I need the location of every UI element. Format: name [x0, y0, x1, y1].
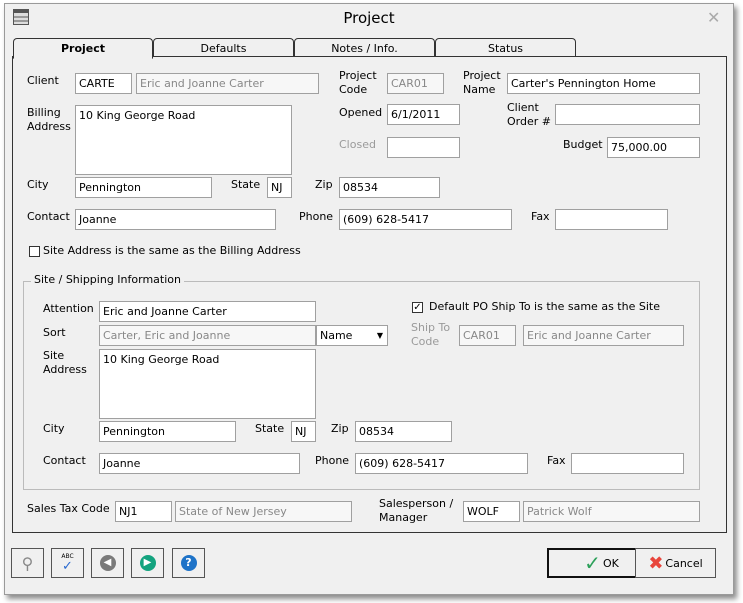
check-icon: ✓ [62, 559, 73, 574]
state-label: State [231, 178, 261, 191]
cancel-x-icon: ✖ [648, 552, 664, 574]
close-icon[interactable]: ✕ [707, 8, 720, 27]
ship-to-code-label: Ship To Code [411, 321, 451, 348]
site-fax-input[interactable] [571, 453, 684, 474]
site-zip-input[interactable]: 08534 [355, 421, 452, 442]
tab-project[interactable]: Project [13, 38, 153, 59]
site-contact-input[interactable]: Joanne [99, 453, 300, 474]
arrow-right-icon: ▶ [139, 555, 156, 571]
sort-label: Sort [43, 326, 66, 339]
site-address-label: Site Address [43, 349, 87, 376]
window-title: Project [343, 9, 395, 27]
check-icon: ✓ [584, 551, 601, 575]
site-same-checkbox[interactable] [29, 246, 40, 257]
sales-tax-code-input[interactable]: NJ1 [115, 501, 172, 522]
city-label: City [27, 178, 49, 191]
attention-label: Attention [43, 302, 94, 315]
opened-label: Opened [339, 106, 383, 119]
city-input[interactable]: Pennington [75, 177, 212, 198]
site-city-label: City [43, 422, 65, 435]
zip-input[interactable]: 08534 [339, 177, 440, 198]
salesperson-code-input[interactable]: WOLF [463, 501, 520, 522]
help-icon: ? [180, 555, 197, 571]
contact-label: Contact [27, 210, 70, 223]
cancel-label: Cancel [665, 556, 703, 570]
site-city-input[interactable]: Pennington [99, 421, 236, 442]
tab-status[interactable]: Status [435, 38, 576, 58]
tab-defaults[interactable]: Defaults [153, 38, 294, 58]
zip-label: Zip [315, 178, 333, 191]
arrow-left-icon: ◀ [99, 555, 116, 571]
tab-notes-info[interactable]: Notes / Info. [294, 38, 435, 58]
site-shipping-legend: Site / Shipping Information [31, 273, 184, 287]
client-order-input[interactable] [555, 104, 700, 125]
site-state-label: State [255, 422, 285, 435]
po-same-label: Default PO Ship To is the same as the Si… [429, 300, 660, 313]
ship-to-code-field: CAR01 [459, 325, 516, 346]
project-name-label: Project Name [463, 69, 501, 96]
sort-by-select[interactable]: Name ▼ [316, 325, 388, 346]
project-code-label: Project Code [339, 69, 377, 96]
site-same-label: Site Address is the same as the Billing … [43, 244, 301, 257]
chevron-down-icon: ▼ [376, 331, 383, 340]
previous-button[interactable]: ◀ [91, 548, 124, 578]
fax-label: Fax [531, 210, 550, 223]
find-button[interactable]: ⚲ [11, 548, 44, 578]
project-name-input[interactable]: Carter's Pennington Home [507, 73, 700, 94]
salesperson-name-field: Patrick Wolf [523, 501, 700, 522]
phone-label: Phone [299, 210, 334, 223]
site-fax-label: Fax [547, 454, 566, 467]
client-name-field: Eric and Joanne Carter [136, 73, 319, 94]
billing-address-label: Billing Address [27, 106, 71, 133]
site-phone-label: Phone [315, 454, 350, 467]
sort-by-value: Name [320, 329, 353, 342]
client-label: Client [27, 74, 59, 87]
client-code-input[interactable]: CARTE [75, 73, 132, 94]
opened-date-input[interactable]: 6/1/2011 [387, 104, 460, 125]
site-contact-label: Contact [43, 454, 86, 467]
site-state-input[interactable]: NJ [291, 421, 316, 442]
attention-input[interactable]: Eric and Joanne Carter [99, 301, 316, 322]
fax-input[interactable] [555, 209, 668, 230]
site-address-input[interactable]: 10 King George Road [99, 349, 316, 419]
billing-address-input[interactable]: 10 King George Road [75, 105, 292, 175]
help-button[interactable]: ? [172, 548, 205, 578]
ok-label: OK [602, 556, 619, 570]
closed-label: Closed [339, 138, 376, 151]
magnifier-icon: ⚲ [21, 553, 34, 573]
spell-check-button[interactable]: ABC ✓ [51, 548, 84, 578]
sales-tax-name-field: State of New Jersey [175, 501, 352, 522]
closed-date-input[interactable] [387, 137, 460, 158]
budget-input[interactable]: 75,000.00 [607, 137, 700, 158]
salesperson-label: Salesperson / Manager [379, 497, 454, 524]
state-input[interactable]: NJ [267, 177, 292, 198]
phone-input[interactable]: (609) 628-5417 [339, 209, 512, 230]
ship-to-name-field: Eric and Joanne Carter [523, 325, 684, 346]
sales-tax-label: Sales Tax Code [27, 502, 110, 515]
project-code-field: CAR01 [387, 73, 444, 94]
client-order-label: Client Order # [507, 101, 551, 128]
cancel-button[interactable]: ✖ Cancel [635, 548, 716, 578]
site-phone-input[interactable]: (609) 628-5417 [355, 453, 528, 474]
next-button[interactable]: ▶ [131, 548, 164, 578]
contact-input[interactable]: Joanne [75, 209, 276, 230]
budget-label: Budget [563, 138, 603, 151]
site-zip-label: Zip [331, 422, 349, 435]
sort-input[interactable]: Carter, Eric and Joanne [99, 325, 316, 346]
po-same-checkbox[interactable]: ✓ [412, 302, 423, 313]
